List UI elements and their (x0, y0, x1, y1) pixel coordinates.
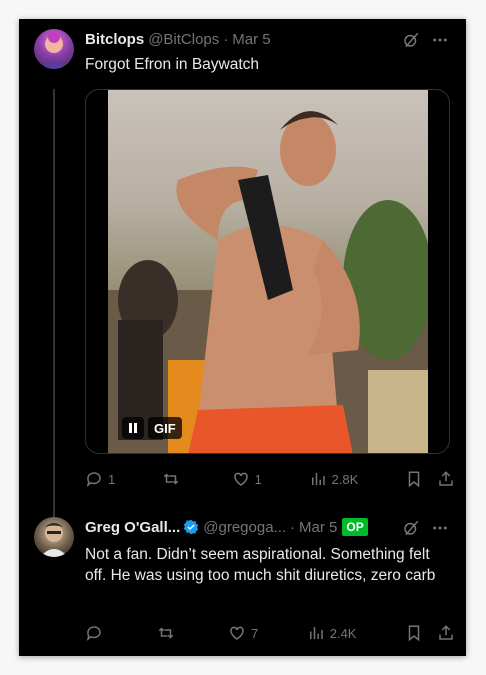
heart-icon (233, 472, 248, 486)
view-count: 2.8K (331, 471, 359, 487)
more-options-icon[interactable] (431, 519, 449, 537)
repost-icon (163, 473, 179, 485)
tweet-header: Bitclops @BitClops · Mar 5 (85, 29, 271, 49)
views-icon (311, 473, 325, 485)
share-icon[interactable] (437, 470, 455, 488)
pause-button[interactable] (122, 417, 144, 439)
heart-icon (230, 626, 244, 640)
tweet-date[interactable]: Mar 5 (299, 519, 337, 536)
grok-icon[interactable] (402, 519, 420, 537)
thread-panel: Bitclops @BitClops · Mar 5 Forgot Efron … (19, 19, 466, 656)
like-button[interactable]: 1 (232, 470, 262, 488)
tweet-actions: 1 1 2.8K (85, 468, 455, 490)
share-icon[interactable] (437, 624, 455, 642)
like-count: 7 (251, 625, 259, 641)
repost-icon (158, 627, 173, 639)
separator-dot: · (290, 518, 296, 536)
view-count: 2.4K (329, 625, 357, 641)
avatar[interactable] (34, 29, 74, 69)
repost-button[interactable] (157, 624, 180, 642)
views-button[interactable]: 2.4K (307, 624, 357, 642)
bookmark-icon[interactable] (405, 470, 423, 488)
verified-badge-icon (184, 519, 199, 535)
gif-controls: GIF (122, 417, 182, 439)
display-name[interactable]: Greg O'Gall... (85, 519, 180, 536)
user-handle[interactable]: @BitClops (148, 31, 219, 48)
tweet-media-gif[interactable]: GIF (85, 89, 450, 454)
reply-button[interactable] (85, 624, 108, 642)
user-handle[interactable]: @gregoga... (203, 519, 286, 536)
tweet-date[interactable]: Mar 5 (232, 31, 270, 48)
separator-dot: · (223, 30, 229, 48)
gif-image[interactable] (108, 90, 428, 453)
views-icon (309, 627, 323, 639)
pause-icon (129, 423, 137, 433)
reply-count: 1 (108, 471, 116, 487)
display-name[interactable]: Bitclops (85, 31, 144, 48)
grok-icon[interactable] (402, 31, 420, 49)
tweet-text: Forgot Efron in Baywatch (85, 56, 260, 73)
tweet-text: Not a fan. Didn’t seem aspirational. Som… (85, 546, 436, 584)
tweet-actions: 7 2.4K (85, 622, 455, 644)
like-count: 1 (254, 471, 262, 487)
like-button[interactable]: 7 (228, 624, 258, 642)
op-badge: OP (342, 518, 368, 536)
thread-connector-line (53, 89, 55, 531)
reply-button[interactable]: 1 (85, 470, 115, 488)
bookmark-icon[interactable] (405, 624, 423, 642)
reply-icon (86, 626, 101, 641)
tweet-header: Greg O'Gall... @gregoga... · Mar 5 OP (85, 517, 368, 537)
gif-badge: GIF (148, 417, 182, 439)
reply-icon (86, 472, 101, 487)
avatar[interactable] (34, 517, 74, 557)
repost-button[interactable] (162, 470, 185, 488)
more-options-icon[interactable] (431, 31, 449, 49)
views-button[interactable]: 2.8K (309, 470, 359, 488)
